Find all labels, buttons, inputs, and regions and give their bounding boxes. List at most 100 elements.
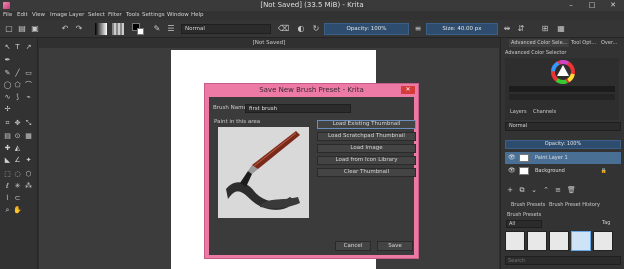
layer-properties-icon[interactable]: ≡	[554, 186, 562, 194]
zoom-tool-icon[interactable]: ⌕	[3, 206, 12, 215]
brush-presets-icon[interactable]: ✎	[152, 24, 162, 34]
load-from-icon-library-button[interactable]: Load from Icon Library	[317, 156, 416, 165]
text-tool-icon[interactable]: T	[13, 43, 22, 52]
menu-help[interactable]: Help	[191, 12, 204, 18]
eraser-mode-icon[interactable]: ⌫	[278, 24, 289, 34]
tag-label[interactable]: Tag	[602, 220, 610, 226]
move-layer-up-icon[interactable]: ⌃	[542, 186, 550, 194]
tab-advanced-color-selector[interactable]: Advanced Color Sele...	[509, 39, 570, 47]
minimize-button[interactable]: –	[561, 0, 581, 11]
smart-patch-tool-icon[interactable]: ✚	[3, 144, 12, 153]
tab-brush-presets[interactable]: Brush Presets	[511, 202, 545, 208]
preset-search-input[interactable]	[505, 256, 621, 265]
brush-settings-icon[interactable]: ☰	[166, 24, 176, 34]
blend-mode-dropdown[interactable]: Normal	[181, 24, 271, 34]
maximize-button[interactable]: □	[582, 0, 602, 11]
flow-icon[interactable]: ≡	[413, 24, 423, 34]
layer-blend-mode-dropdown[interactable]: Normal	[505, 122, 621, 131]
contiguous-select-tool-icon[interactable]: ✳	[13, 182, 22, 191]
new-document-icon[interactable]: ▢	[4, 24, 14, 34]
crop-tool-icon[interactable]: ⌗	[3, 119, 12, 128]
brush-preset-item[interactable]	[527, 231, 547, 251]
eye-visible-icon[interactable]: 👁	[508, 152, 516, 164]
background-color-swatch[interactable]	[137, 28, 144, 35]
polygon-tool-icon[interactable]: ⬠	[13, 81, 22, 90]
save-button[interactable]: Save	[377, 241, 413, 251]
preserve-alpha-icon[interactable]: ◐	[296, 24, 306, 34]
menu-settings[interactable]: Settings	[142, 12, 165, 18]
tab-brush-preset-history[interactable]: Brush Preset History	[549, 202, 600, 208]
document-tab[interactable]: [Not Saved]	[39, 38, 499, 48]
line-tool-icon[interactable]: ╱	[13, 69, 22, 78]
load-existing-thumbnail-button[interactable]: Load Existing Thumbnail	[317, 120, 416, 129]
brush-thumbnail-paint-area[interactable]	[218, 127, 309, 218]
undo-icon[interactable]: ↶	[60, 24, 70, 34]
preset-filter-dropdown[interactable]: All	[506, 220, 542, 228]
open-document-icon[interactable]: ▤	[17, 24, 27, 34]
polygon-select-tool-icon[interactable]: ⬡	[24, 170, 33, 179]
brush-name-input[interactable]	[245, 104, 351, 113]
rect-select-tool-icon[interactable]: ⬚	[3, 170, 12, 179]
eye-visible-icon[interactable]: 👁	[508, 165, 516, 177]
copy-layer-icon[interactable]: ⧉	[518, 186, 526, 194]
menu-layer[interactable]: Layer	[69, 12, 84, 18]
reload-preset-icon[interactable]: ↻	[311, 24, 321, 34]
load-scratchpad-thumbnail-button[interactable]: Load Scratchpad Thumbnail	[317, 132, 416, 141]
brush-preset-item[interactable]	[593, 231, 613, 251]
menu-select[interactable]: Select	[88, 12, 105, 18]
polyline-tool-icon[interactable]: ⌒	[24, 81, 33, 90]
pattern-edit-tool-icon[interactable]: ▦	[24, 132, 33, 141]
select-shapes-tool-icon[interactable]: ↖	[3, 43, 12, 52]
menu-window[interactable]: Window	[167, 12, 189, 18]
calligraphy-tool-icon[interactable]: ✒	[3, 56, 12, 65]
multibrush-tool-icon[interactable]: ✢	[3, 105, 12, 114]
menu-image[interactable]: Image	[50, 12, 67, 18]
move-tool-icon[interactable]: ✥	[13, 119, 22, 128]
magnetic-select-tool-icon[interactable]: ⊂	[13, 194, 22, 203]
close-window-button[interactable]: ✕	[603, 0, 623, 11]
dynamic-brush-tool-icon[interactable]: ⌁	[24, 93, 33, 102]
fill-tool-icon[interactable]: ◭	[13, 144, 22, 153]
freehand-select-tool-icon[interactable]: ℓ	[3, 182, 12, 191]
bezier-select-tool-icon[interactable]: ⌇	[3, 194, 12, 203]
gradient-swatch[interactable]	[95, 23, 107, 35]
wrap-around-icon[interactable]: ▦	[556, 24, 566, 34]
bezier-tool-icon[interactable]: ∿	[3, 93, 12, 102]
measure-tool-icon[interactable]: ∠	[13, 156, 22, 165]
reference-tool-icon[interactable]: ✦	[24, 156, 33, 165]
cancel-button[interactable]: Cancel	[335, 241, 371, 251]
mirror-vertical-icon[interactable]: ⇵	[516, 24, 526, 34]
redo-icon[interactable]: ↷	[74, 24, 84, 34]
load-image-button[interactable]: Load Image	[317, 144, 416, 153]
brush-preset-item-selected[interactable]	[571, 231, 591, 251]
freehand-path-tool-icon[interactable]: ⟆	[13, 93, 22, 102]
ellipse-tool-icon[interactable]: ◯	[3, 81, 12, 90]
layer-opacity-slider[interactable]: Opacity: 100%	[505, 140, 621, 149]
rectangle-tool-icon[interactable]: ▭	[24, 69, 33, 78]
menu-view[interactable]: View	[32, 12, 45, 18]
save-document-icon[interactable]: ▣	[30, 24, 40, 34]
mirror-horizontal-icon[interactable]: ⇹	[502, 24, 512, 34]
brush-size-slider[interactable]: Size: 40.00 px	[426, 23, 498, 35]
transform-tool-icon[interactable]: ⤡	[24, 119, 33, 128]
add-layer-icon[interactable]: +	[506, 186, 514, 194]
pattern-swatch[interactable]	[112, 23, 124, 35]
freehand-brush-tool-icon active[interactable]: ✎	[3, 69, 12, 78]
pan-tool-icon[interactable]: ✋	[13, 206, 22, 215]
tab-layers[interactable]: Layers	[510, 109, 527, 115]
delete-layer-icon[interactable]: 🗑	[567, 186, 576, 194]
similar-select-tool-icon[interactable]: ⁂	[24, 182, 33, 191]
menu-tools[interactable]: Tools	[126, 12, 140, 18]
lock-icon[interactable]: 🔒	[601, 165, 607, 177]
move-layer-down-icon[interactable]: ⌄	[530, 186, 538, 194]
dialog-close-button[interactable]: ✕	[401, 86, 415, 94]
tab-tool-options[interactable]: Tool Opt...	[569, 39, 598, 47]
brush-preset-item[interactable]	[549, 231, 569, 251]
menu-edit[interactable]: Edit	[17, 12, 28, 18]
edit-shapes-tool-icon[interactable]: ↗	[24, 43, 33, 52]
tab-overview[interactable]: Over...	[599, 39, 619, 47]
color-picker-tool-icon[interactable]: ⊙	[13, 132, 22, 141]
brush-preset-item[interactable]	[505, 231, 525, 251]
layer-row-paint-layer-1[interactable]: 👁 Paint Layer 1	[505, 152, 621, 164]
clear-thumbnail-button[interactable]: Clear Thumbnail	[317, 168, 416, 177]
